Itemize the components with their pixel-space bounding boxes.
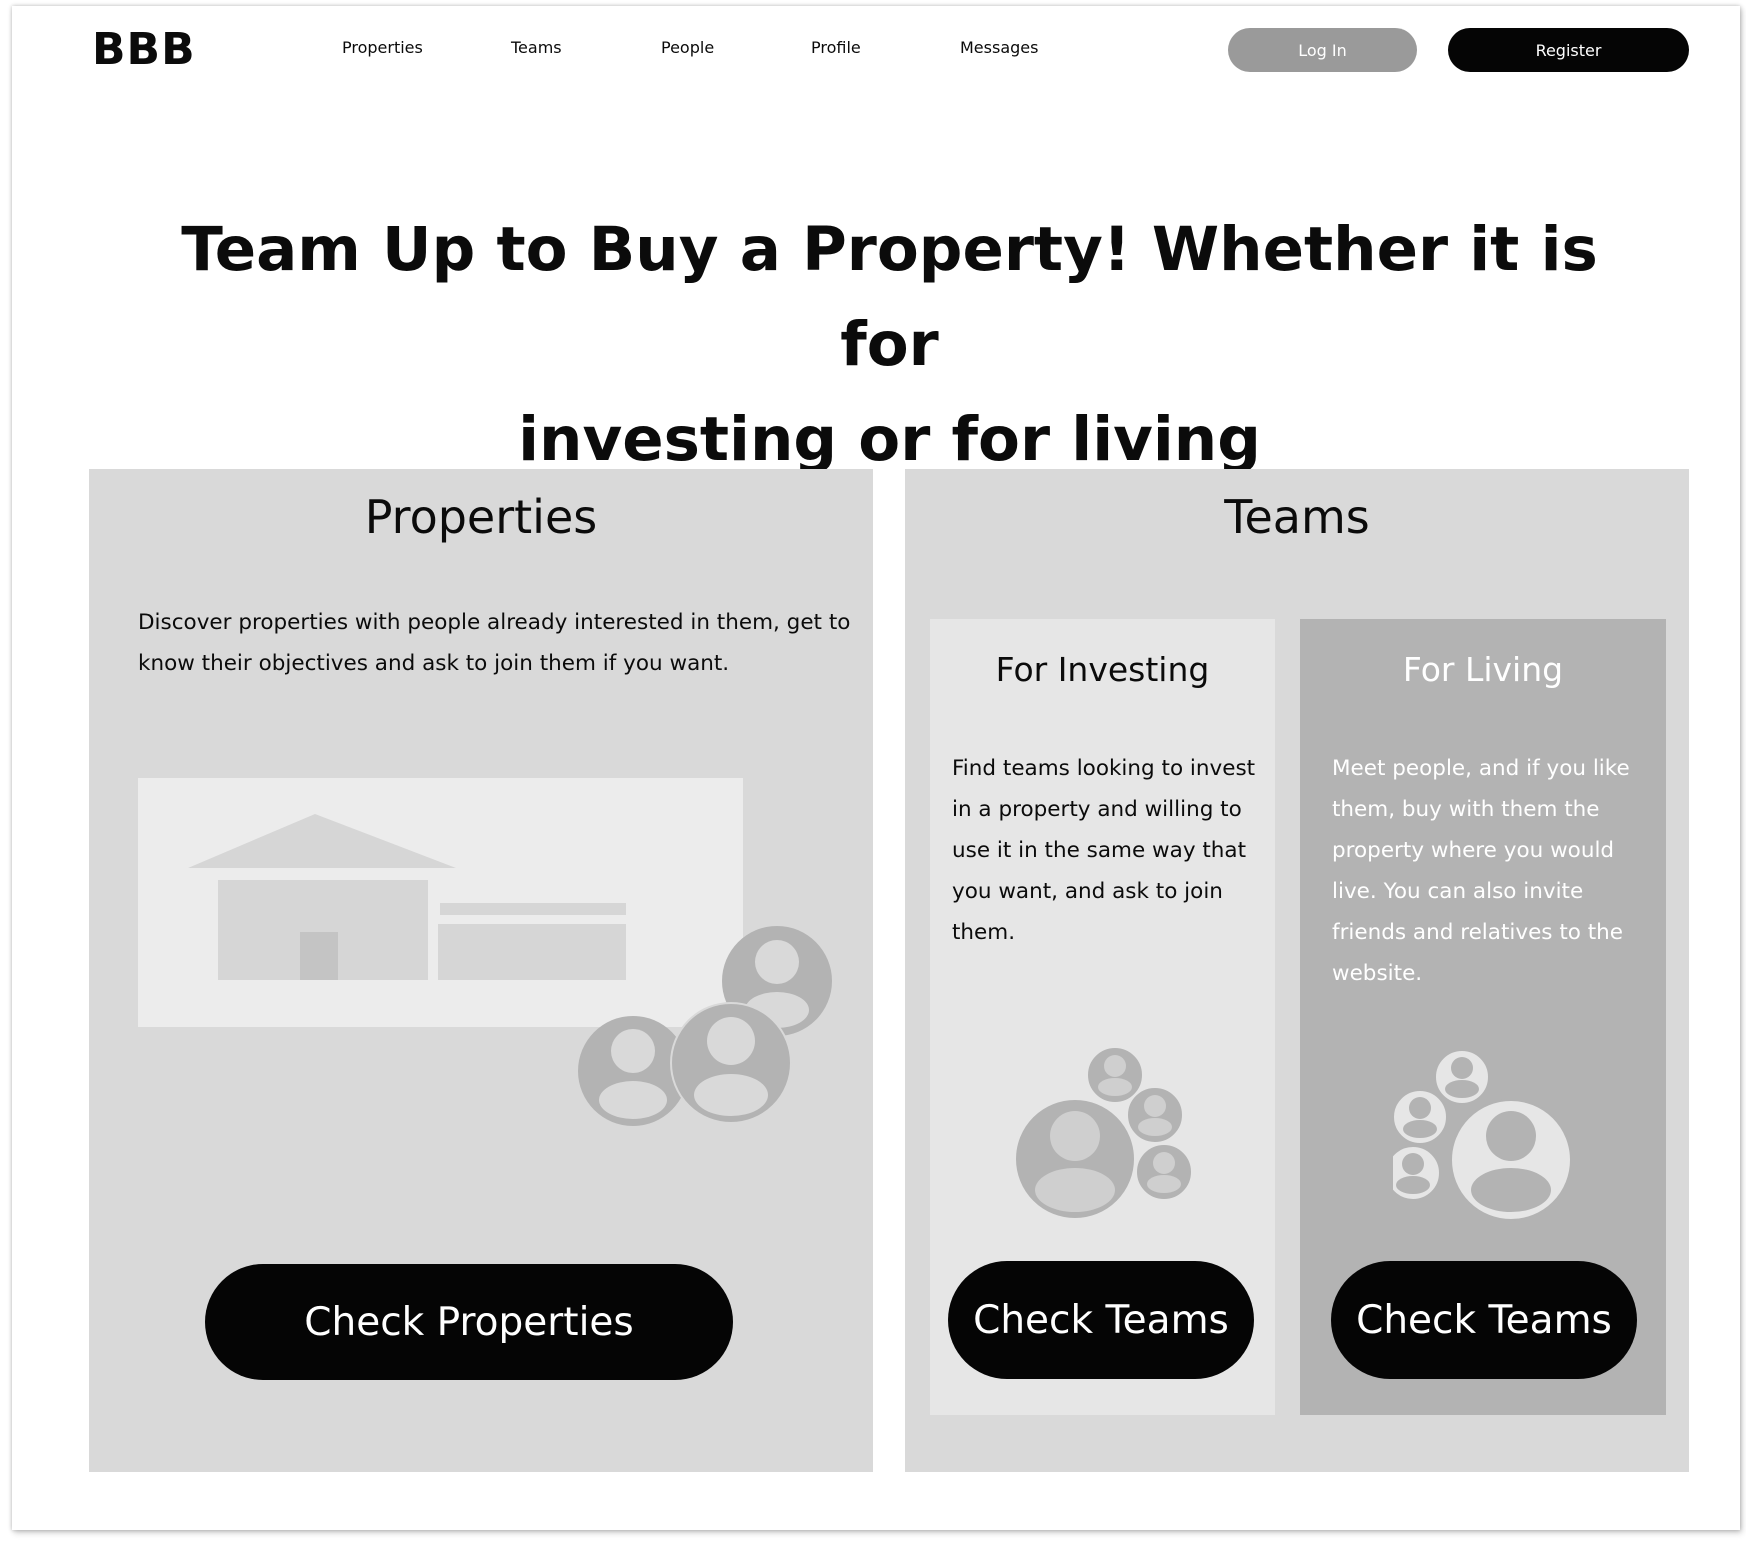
logo[interactable]: BBB: [92, 24, 196, 76]
for-investing-title: For Investing: [995, 650, 1210, 689]
for-living-title: For Living: [1402, 650, 1564, 689]
check-properties-button[interactable]: Check Properties: [205, 1264, 733, 1380]
check-teams-investing-button[interactable]: Check Teams: [948, 1261, 1254, 1379]
property-people-illustration-icon: [138, 778, 832, 1126]
nav-properties[interactable]: Properties: [342, 37, 423, 59]
for-investing-panel: For Investing Find teams looking to inve…: [930, 619, 1275, 1415]
for-investing-description: Find teams looking to invest in a proper…: [952, 756, 1256, 945]
for-living-panel: For Living Meet people, and if you like …: [1300, 619, 1666, 1415]
for-living-description: Meet people, and if you like them, buy w…: [1332, 756, 1630, 986]
properties-card: Properties Discover properties with peop…: [89, 469, 873, 1472]
properties-card-title: Properties: [364, 490, 598, 544]
check-teams-living-button[interactable]: Check Teams: [1331, 1261, 1637, 1379]
nav-messages[interactable]: Messages: [960, 37, 1038, 59]
teams-card: Teams For Investing Find teams looking t…: [905, 469, 1689, 1472]
teams-card-title: Teams: [1224, 490, 1370, 544]
register-button[interactable]: Register: [1448, 28, 1689, 72]
nav-teams[interactable]: Teams: [511, 37, 562, 59]
friends-people-icon: [1393, 1050, 1572, 1221]
nav-profile[interactable]: Profile: [811, 37, 861, 59]
hero-line-1: Team Up to Buy a Property! Whether it is…: [181, 214, 1598, 380]
team-people-icon: [1015, 1046, 1193, 1220]
properties-description: Discover properties with people already …: [138, 610, 851, 676]
page-frame: BBB Properties Teams People Profile Mess…: [12, 6, 1740, 1530]
nav-people[interactable]: People: [661, 37, 714, 59]
hero-headline: Team Up to Buy a Property! Whether it is…: [122, 202, 1657, 487]
login-button[interactable]: Log In: [1228, 28, 1417, 72]
